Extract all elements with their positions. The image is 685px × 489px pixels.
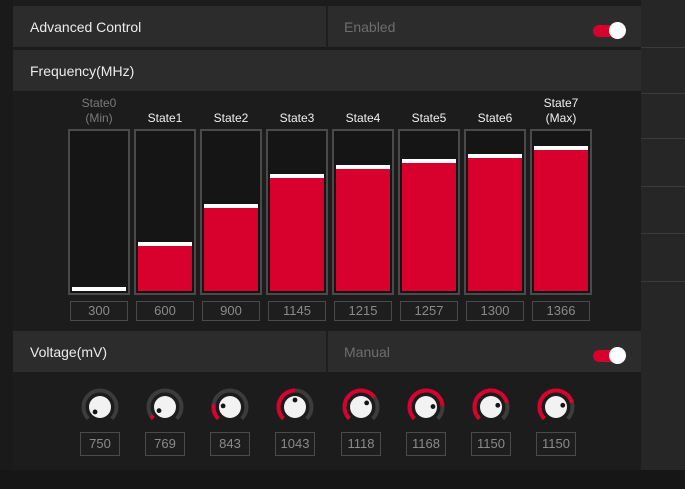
state-name: State1 (147, 111, 183, 125)
divider (326, 6, 328, 48)
state-title: State5 (398, 96, 460, 126)
frequency-value-input[interactable]: 1257 (400, 301, 458, 321)
voltage-knob-6[interactable] (469, 387, 513, 431)
state-title: State1 (134, 96, 196, 126)
voltage-value-input[interactable]: 1118 (341, 432, 381, 456)
frequency-row: Frequency(MHz) (13, 50, 641, 92)
state-title: State3 (266, 96, 328, 126)
frequency-state-7: State7 (Max) 1366 (530, 96, 592, 321)
state-name: State7 (543, 96, 579, 110)
toggle-knob (609, 22, 626, 39)
frequency-value-input[interactable]: 1215 (334, 301, 392, 321)
voltage-knob-0[interactable] (78, 387, 122, 431)
state-subtitle: (Min) (85, 111, 113, 125)
frequency-slider[interactable] (266, 129, 328, 295)
frequency-slider[interactable] (68, 129, 130, 295)
frequency-fill (402, 163, 456, 291)
advanced-control-row: Advanced Control Enabled (13, 6, 641, 48)
state-name: State3 (279, 111, 315, 125)
state-subtitle: (Max) (545, 111, 577, 125)
frequency-slider[interactable] (530, 129, 592, 295)
frequency-value-input[interactable]: 1300 (466, 301, 524, 321)
frequency-state-0: State0 (Min) 300 (68, 96, 130, 321)
frequency-value-input[interactable]: 900 (202, 301, 260, 321)
frequency-handle[interactable] (534, 146, 588, 150)
divider (326, 331, 328, 373)
state-name: State4 (345, 111, 381, 125)
frequency-fill (204, 208, 258, 291)
frequency-fill (468, 158, 522, 291)
background-side-panel (640, 0, 685, 489)
state-title: State2 (200, 96, 262, 126)
frequency-fill (534, 150, 588, 291)
voltage-value-input[interactable]: 843 (210, 432, 250, 456)
frequency-state-1: State1 600 (134, 96, 196, 321)
advanced-control-toggle[interactable] (593, 22, 626, 39)
voltage-row: Voltage(mV) Manual (13, 331, 641, 373)
frequency-slider[interactable] (200, 129, 262, 295)
frequency-fill (336, 169, 390, 291)
state-title: State6 (464, 96, 526, 126)
voltage-manual-toggle[interactable] (593, 347, 626, 364)
frequency-value-input[interactable]: 300 (70, 301, 128, 321)
frequency-fill (270, 178, 324, 291)
advanced-control-status: Enabled (344, 19, 396, 35)
voltage-knob-5[interactable] (404, 387, 448, 431)
voltage-value-input[interactable]: 750 (80, 432, 120, 456)
frequency-value-input[interactable]: 1366 (532, 301, 590, 321)
frequency-slider[interactable] (464, 129, 526, 295)
frequency-state-6: State6 1300 (464, 96, 526, 321)
background-bottom (0, 470, 685, 489)
frequency-value-input[interactable]: 1145 (268, 301, 326, 321)
frequency-slider[interactable] (398, 129, 460, 295)
frequency-label: Frequency(MHz) (30, 63, 135, 79)
state-name: State5 (411, 111, 447, 125)
voltage-knob-1[interactable] (143, 387, 187, 431)
state-name: State0 (81, 96, 117, 110)
frequency-fill (138, 246, 192, 291)
voltage-knob-4[interactable] (339, 387, 383, 431)
voltage-value-input[interactable]: 1150 (536, 432, 576, 456)
state-name: State6 (477, 111, 513, 125)
frequency-state-5: State5 1257 (398, 96, 460, 321)
frequency-slider[interactable] (134, 129, 196, 295)
state-title: State7 (Max) (530, 96, 592, 126)
voltage-value-input[interactable]: 769 (145, 432, 185, 456)
frequency-handle[interactable] (138, 242, 192, 246)
voltage-value-input[interactable]: 1150 (471, 432, 511, 456)
frequency-handle[interactable] (72, 287, 126, 291)
frequency-state-2: State2 900 (200, 96, 262, 321)
frequency-handle[interactable] (468, 154, 522, 158)
frequency-value-input[interactable]: 600 (136, 301, 194, 321)
frequency-state-3: State3 1145 (266, 96, 328, 321)
frequency-state-4: State4 1215 (332, 96, 394, 321)
frequency-slider[interactable] (332, 129, 394, 295)
state-title: State0 (Min) (68, 96, 130, 126)
frequency-handle[interactable] (204, 204, 258, 208)
voltage-knob-7[interactable] (534, 387, 578, 431)
state-name: State2 (213, 111, 249, 125)
voltage-label: Voltage(mV) (30, 344, 108, 360)
state-title: State4 (332, 96, 394, 126)
frequency-handle[interactable] (402, 159, 456, 163)
voltage-value-input[interactable]: 1043 (275, 432, 315, 456)
voltage-knob-3[interactable] (273, 387, 317, 431)
toggle-knob (609, 347, 626, 364)
voltage-knob-2[interactable] (208, 387, 252, 431)
frequency-handle[interactable] (336, 165, 390, 169)
frequency-handle[interactable] (270, 174, 324, 178)
overdrive-panel: Advanced Control Enabled Frequency(MHz) … (13, 0, 641, 470)
voltage-mode-status: Manual (344, 344, 390, 360)
advanced-control-label: Advanced Control (30, 19, 142, 35)
voltage-value-input[interactable]: 1168 (406, 432, 446, 456)
